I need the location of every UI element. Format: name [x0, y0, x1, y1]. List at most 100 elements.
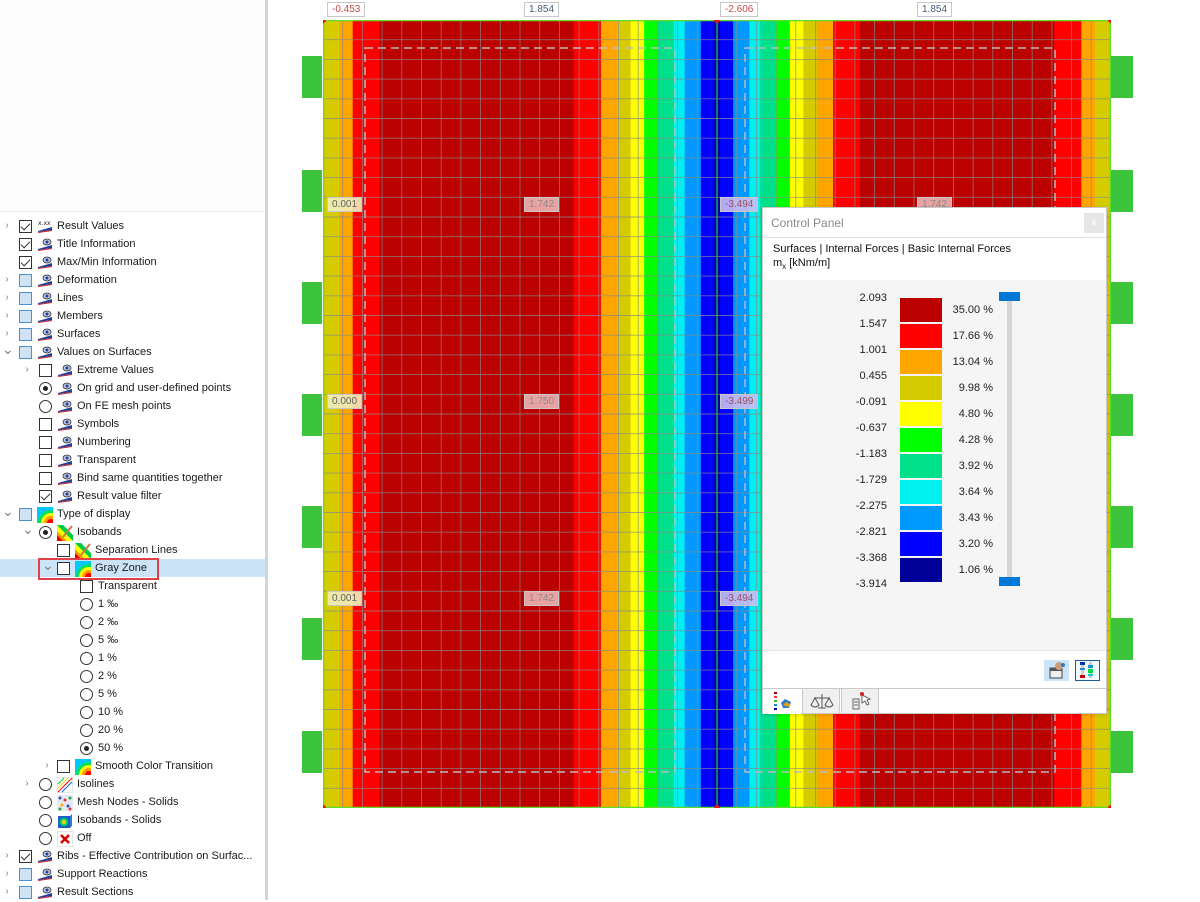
tree-item-gray-zone[interactable]: ⌄ Gray Zone: [0, 557, 266, 590]
tree-item-isolines[interactable]: › Isolines: [0, 775, 266, 794]
tree-item-10[interactable]: 10 %: [0, 703, 266, 721]
radio-button[interactable]: [80, 706, 93, 719]
radio-button[interactable]: [39, 400, 52, 413]
edit-color-scale-button[interactable]: [1044, 660, 1069, 681]
tree-item-extreme-values[interactable]: › Extreme Values: [0, 361, 266, 379]
tree-item-1[interactable]: 1 ‰: [0, 595, 266, 613]
legend-color-band[interactable]: [900, 558, 942, 582]
tab-result-filter[interactable]: [841, 689, 879, 714]
close-button[interactable]: x: [1084, 213, 1104, 233]
tree-item-bind-same-quantities-together[interactable]: Bind same quantities together: [0, 469, 266, 487]
radio-button[interactable]: [80, 598, 93, 611]
tree-item-values-on-surfaces[interactable]: ⌄ Values on Surfaces: [0, 340, 266, 361]
tree-item-result-sections[interactable]: › Result Sections: [0, 883, 266, 901]
chevron-right-icon[interactable]: ›: [22, 775, 32, 793]
line-support[interactable]: [302, 618, 322, 660]
line-support[interactable]: [1111, 56, 1133, 98]
chevron-right-icon[interactable]: ›: [42, 757, 52, 775]
radio-button[interactable]: [39, 526, 52, 539]
tree-item-transparent[interactable]: Transparent: [0, 451, 266, 469]
tree-item-max-min-information[interactable]: Max/Min Information: [0, 253, 266, 271]
tree-item-members[interactable]: › Members: [0, 307, 266, 325]
tree-item-surfaces[interactable]: › Surfaces: [0, 325, 266, 343]
checkbox[interactable]: [19, 886, 32, 899]
tree-item-mesh-nodes-solids[interactable]: Mesh Nodes - Solids: [0, 793, 266, 811]
radio-button[interactable]: [80, 724, 93, 737]
scale-slider-max-thumb[interactable]: [999, 292, 1020, 301]
tree-item-isobands-solids[interactable]: Isobands - Solids: [0, 811, 266, 829]
tree-item-5[interactable]: 5 %: [0, 685, 266, 703]
tree-item-20[interactable]: 20 %: [0, 721, 266, 739]
legend-color-band[interactable]: [900, 428, 942, 452]
legend-color-band[interactable]: [900, 532, 942, 556]
line-support[interactable]: [302, 394, 322, 436]
line-support[interactable]: [302, 282, 322, 324]
tree-item-smooth-color-transition[interactable]: › Smooth Color Transition: [0, 757, 266, 788]
tree-item-2[interactable]: 2 %: [0, 667, 266, 685]
scale-slider-track[interactable]: [1007, 295, 1012, 580]
radio-button[interactable]: [80, 616, 93, 629]
tree-item-50[interactable]: 50 %: [0, 739, 266, 757]
scale-slider-min-thumb[interactable]: [999, 577, 1020, 586]
chevron-down-icon[interactable]: ⌄: [22, 520, 34, 538]
chevron-right-icon[interactable]: ›: [22, 361, 32, 379]
tree-item-5[interactable]: 5 ‰: [0, 631, 266, 649]
line-support[interactable]: [302, 56, 322, 98]
chevron-right-icon[interactable]: ›: [2, 307, 12, 325]
tree-item-separation-lines[interactable]: Separation Lines: [0, 541, 266, 559]
radio-button[interactable]: [39, 382, 52, 395]
line-support[interactable]: [302, 170, 322, 212]
legend-color-band[interactable]: [900, 298, 942, 322]
checkbox[interactable]: [39, 472, 52, 485]
control-panel-titlebar[interactable]: Control Panel x: [763, 208, 1106, 238]
tree-item-isobands[interactable]: ⌄ Isobands: [0, 520, 266, 541]
chevron-right-icon[interactable]: ›: [2, 847, 12, 865]
tree-item-on-fe-mesh-points[interactable]: On FE mesh points: [0, 397, 266, 415]
legend-color-band[interactable]: [900, 402, 942, 426]
chevron-right-icon[interactable]: ›: [2, 883, 12, 901]
chevron-down-icon[interactable]: ⌄: [2, 502, 14, 520]
checkbox[interactable]: [39, 436, 52, 449]
tree-item-symbols[interactable]: Symbols: [0, 415, 266, 433]
tab-factors[interactable]: [802, 689, 840, 714]
chevron-right-icon[interactable]: ›: [2, 289, 12, 307]
tree-item-numbering[interactable]: Numbering: [0, 433, 266, 451]
checkbox[interactable]: [19, 274, 32, 287]
tree-item-title-information[interactable]: Title Information: [0, 235, 266, 253]
checkbox[interactable]: [19, 346, 32, 359]
radio-button[interactable]: [39, 778, 52, 791]
radio-button[interactable]: [39, 796, 52, 809]
line-support[interactable]: [302, 731, 322, 773]
tree-item-support-reactions[interactable]: › Support Reactions: [0, 865, 266, 883]
legend-color-band[interactable]: [900, 324, 942, 348]
radio-button[interactable]: [80, 670, 93, 683]
radio-button[interactable]: [80, 634, 93, 647]
chevron-down-icon[interactable]: ⌄: [2, 340, 14, 358]
checkbox[interactable]: [19, 220, 32, 233]
checkbox[interactable]: [39, 454, 52, 467]
checkbox[interactable]: [19, 292, 32, 305]
checkbox[interactable]: [19, 328, 32, 341]
chevron-right-icon[interactable]: ›: [2, 865, 12, 883]
radio-button[interactable]: [80, 652, 93, 665]
chevron-right-icon[interactable]: ›: [2, 217, 12, 235]
line-support[interactable]: [1111, 731, 1133, 773]
legend-color-band[interactable]: [900, 454, 942, 478]
checkbox[interactable]: [57, 760, 70, 773]
tree-item-result-values[interactable]: › x.xx Result Values: [0, 217, 266, 235]
line-support[interactable]: [1111, 618, 1133, 660]
line-support[interactable]: [1111, 506, 1133, 548]
checkbox[interactable]: [19, 256, 32, 269]
checkbox[interactable]: [57, 544, 70, 557]
tree-item-off[interactable]: Off: [0, 829, 266, 848]
tree-item-1[interactable]: 1 %: [0, 649, 266, 667]
radio-button[interactable]: [80, 742, 93, 755]
legend-color-band[interactable]: [900, 480, 942, 504]
line-support[interactable]: [302, 506, 322, 548]
tree-item-type-of-display[interactable]: ⌄ Type of display: [0, 502, 266, 536]
line-support[interactable]: [1111, 394, 1133, 436]
radio-button[interactable]: [80, 688, 93, 701]
scale-sliders-button[interactable]: [1075, 660, 1100, 681]
checkbox[interactable]: [39, 364, 52, 377]
checkbox[interactable]: [80, 580, 93, 593]
